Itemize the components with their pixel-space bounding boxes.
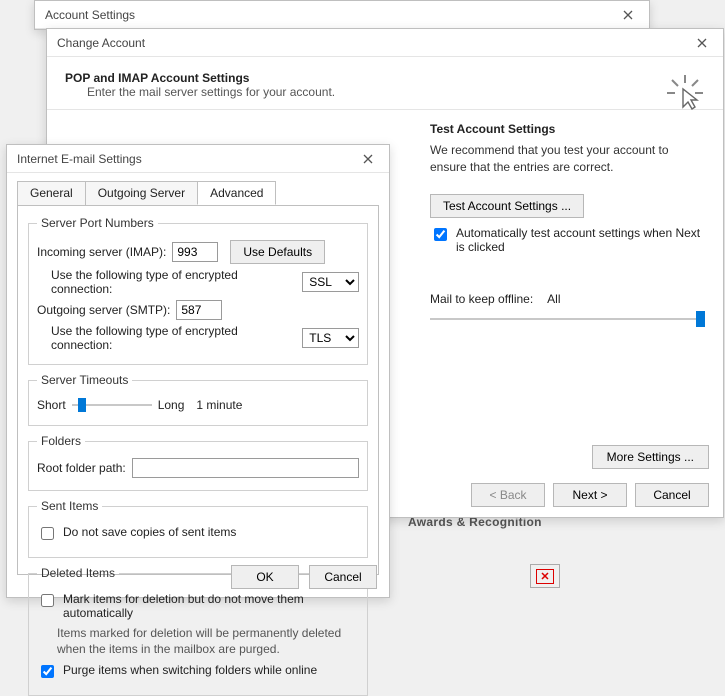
test-settings-heading: Test Account Settings (430, 122, 705, 136)
timeout-slider[interactable] (72, 397, 152, 413)
back-button[interactable]: < Back (471, 483, 545, 507)
auto-test-checkbox-row[interactable]: Automatically test account settings when… (430, 226, 705, 254)
close-icon[interactable] (687, 33, 717, 53)
incoming-enc-label: Use the following type of encrypted conn… (51, 268, 296, 296)
pop-imap-subtext: Enter the mail server settings for your … (87, 85, 705, 99)
group-folders: Folders Root folder path: (28, 434, 368, 491)
auto-test-label: Automatically test account settings when… (456, 226, 705, 254)
mark-delete-label: Mark items for deletion but do not move … (63, 592, 359, 620)
group-timeouts-legend: Server Timeouts (37, 373, 132, 387)
group-deleted-legend: Deleted Items (37, 566, 119, 580)
purge-checkbox[interactable] (41, 665, 54, 678)
cursor-graphic-icon (665, 73, 705, 113)
timeout-short-label: Short (37, 398, 66, 412)
change-account-title: Change Account (57, 36, 145, 50)
incoming-port-input[interactable] (172, 242, 218, 262)
next-button[interactable]: Next > (553, 483, 627, 507)
outgoing-port-input[interactable] (176, 300, 222, 320)
cancel-button[interactable]: Cancel (635, 483, 709, 507)
inet-title: Internet E-mail Settings (17, 152, 142, 166)
root-folder-input[interactable] (132, 458, 359, 478)
internet-email-settings-dialog: Internet E-mail Settings General Outgoin… (6, 144, 390, 598)
group-server-timeouts: Server Timeouts Short Long 1 minute (28, 373, 368, 426)
sent-nosave-checkbox[interactable] (41, 527, 54, 540)
sent-nosave-row[interactable]: Do not save copies of sent items (37, 525, 359, 543)
more-settings-button[interactable]: More Settings ... (592, 445, 709, 469)
group-ports-legend: Server Port Numbers (37, 216, 158, 230)
mail-keep-value: All (547, 292, 560, 306)
mail-keep-label: Mail to keep offline: (430, 292, 533, 306)
close-icon[interactable] (353, 149, 383, 169)
incoming-enc-select[interactable]: SSL (302, 272, 359, 292)
incoming-label: Incoming server (IMAP): (37, 245, 166, 259)
cancel-button[interactable]: Cancel (309, 565, 377, 589)
ok-button[interactable]: OK (231, 565, 299, 589)
outgoing-label: Outgoing server (SMTP): (37, 303, 170, 317)
use-defaults-button[interactable]: Use Defaults (230, 240, 325, 264)
account-settings-dialog: Account Settings (34, 0, 650, 30)
group-server-port-numbers: Server Port Numbers Incoming server (IMA… (28, 216, 368, 365)
broken-image-icon: ✕ (530, 564, 560, 588)
outgoing-enc-select[interactable]: TLS (302, 328, 359, 348)
test-settings-text: We recommend that you test your account … (430, 142, 705, 176)
timeout-value: 1 minute (196, 398, 242, 412)
mark-delete-checkbox[interactable] (41, 594, 54, 607)
close-icon[interactable] (613, 5, 643, 25)
mark-delete-row[interactable]: Mark items for deletion but do not move … (37, 592, 359, 620)
account-settings-title: Account Settings (45, 8, 135, 22)
mark-delete-help: Items marked for deletion will be perman… (57, 626, 359, 657)
tab-advanced[interactable]: Advanced (197, 181, 276, 205)
timeout-long-label: Long (158, 398, 185, 412)
purge-row[interactable]: Purge items when switching folders while… (37, 663, 359, 681)
pop-imap-heading: POP and IMAP Account Settings (65, 71, 705, 85)
sent-nosave-label: Do not save copies of sent items (63, 525, 236, 539)
mail-keep-slider[interactable] (430, 310, 705, 328)
auto-test-checkbox[interactable] (434, 228, 447, 241)
group-folders-legend: Folders (37, 434, 85, 448)
tab-general[interactable]: General (17, 181, 86, 205)
tab-panel-advanced: Server Port Numbers Incoming server (IMA… (17, 205, 379, 575)
purge-label: Purge items when switching folders while… (63, 663, 317, 677)
group-sent-items: Sent Items Do not save copies of sent it… (28, 499, 368, 558)
test-account-button[interactable]: Test Account Settings ... (430, 194, 584, 218)
group-sent-legend: Sent Items (37, 499, 102, 513)
tabs: General Outgoing Server Advanced (17, 181, 379, 205)
outgoing-enc-label: Use the following type of encrypted conn… (51, 324, 296, 352)
tab-outgoing-server[interactable]: Outgoing Server (85, 181, 198, 205)
root-folder-label: Root folder path: (37, 461, 126, 475)
